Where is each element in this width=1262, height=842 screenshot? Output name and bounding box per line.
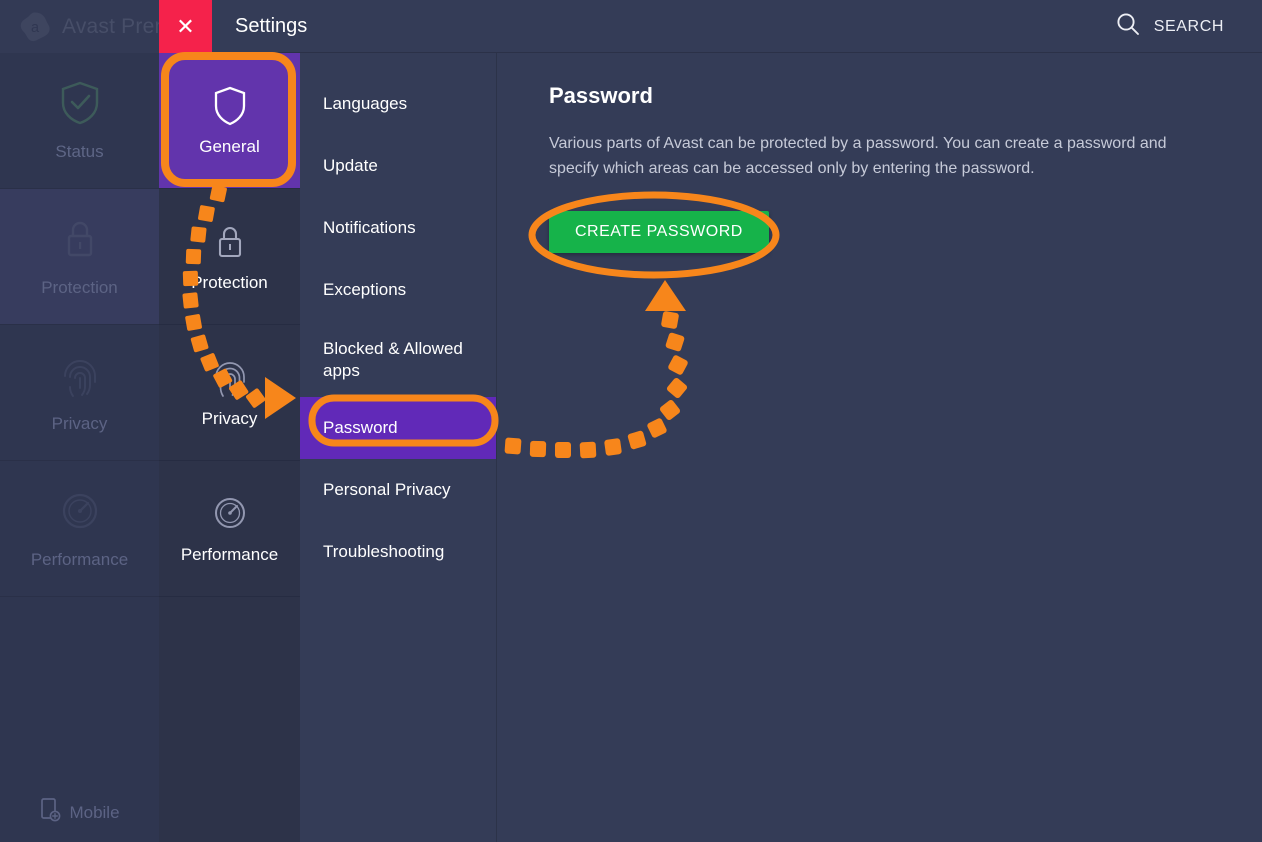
- lock-icon: [212, 221, 248, 263]
- sidebar-item-status[interactable]: Status: [0, 53, 159, 189]
- subnav-item-label: Languages: [323, 93, 408, 113]
- settings-title: Settings: [235, 15, 308, 37]
- category-item-label: Performance: [180, 544, 279, 564]
- sidebar-item-label: Status: [55, 142, 104, 161]
- sidebar-item-label: Performance: [30, 550, 129, 569]
- shield-check-icon: [58, 79, 102, 132]
- category-item-privacy[interactable]: Privacy: [159, 325, 300, 461]
- subnav-item-password[interactable]: Password: [300, 397, 496, 459]
- subnav-item-personal-privacy[interactable]: Personal Privacy: [300, 459, 496, 521]
- sidebar-item-protection[interactable]: Protection: [0, 189, 159, 325]
- subnav-item-troubleshooting[interactable]: Troubleshooting: [300, 521, 496, 583]
- screenshot-root: a Avast Prem Status Protection Privacy P…: [0, 0, 1262, 842]
- subnav-item-exceptions[interactable]: Exceptions: [300, 259, 496, 321]
- category-item-label: Privacy: [201, 408, 258, 428]
- subnav-item-label: Personal Privacy: [323, 479, 451, 499]
- settings-header: ✕ Settings SEARCH: [159, 0, 1262, 53]
- sidebar-item-label: Protection: [41, 278, 118, 297]
- speedometer-icon: [58, 487, 102, 540]
- subnav-item-label: Exceptions: [323, 279, 407, 299]
- svg-text:a: a: [31, 20, 40, 36]
- search-button[interactable]: SEARCH: [1115, 0, 1224, 53]
- subnav-item-blocked-allowed-apps[interactable]: Blocked & Allowed apps: [300, 321, 496, 397]
- settings-modal: ✕ Settings SEARCH General Protection Pri…: [159, 0, 1262, 842]
- category-item-general[interactable]: General: [159, 53, 300, 189]
- subnav-item-notifications[interactable]: Notifications: [300, 197, 496, 259]
- sidebar-item-mobile[interactable]: Mobile: [0, 797, 159, 828]
- search-label: SEARCH: [1153, 17, 1224, 35]
- speedometer-icon: [212, 493, 248, 535]
- create-password-button[interactable]: CREATE PASSWORD: [549, 210, 769, 253]
- mobile-add-icon: [39, 797, 61, 828]
- settings-subnav-column: Languages Update Notifications Exception…: [300, 53, 497, 842]
- avast-logo-icon: a: [20, 12, 50, 41]
- category-item-performance[interactable]: Performance: [159, 461, 300, 597]
- fingerprint-icon: [212, 357, 248, 399]
- subnav-item-label: Blocked & Allowed apps: [323, 338, 463, 380]
- subnav-item-languages[interactable]: Languages: [300, 73, 496, 135]
- sidebar-item-label: Privacy: [51, 414, 108, 433]
- category-item-label: General: [199, 136, 260, 156]
- panel-description: Various parts of Avast can be protected …: [549, 135, 1167, 177]
- close-button[interactable]: ✕: [159, 0, 212, 53]
- subnav-item-update[interactable]: Update: [300, 135, 496, 197]
- app-sidebar: Status Protection Privacy Performance Mo…: [0, 53, 159, 842]
- sidebar-item-label: Mobile: [69, 802, 120, 822]
- subnav-item-label: Troubleshooting: [323, 541, 445, 561]
- category-item-label: Protection: [191, 272, 268, 292]
- settings-category-column: General Protection Privacy Performance: [159, 53, 300, 842]
- subnav-item-label: Notifications: [323, 217, 416, 237]
- shield-icon: [212, 85, 248, 127]
- close-icon: ✕: [176, 13, 195, 39]
- settings-main-panel: Password Various parts of Avast can be p…: [497, 53, 1262, 842]
- category-item-protection[interactable]: Protection: [159, 189, 300, 325]
- search-icon: [1115, 11, 1141, 42]
- app-title: Avast Prem: [62, 14, 173, 38]
- subnav-item-label: Password: [323, 417, 398, 437]
- lock-icon: [58, 215, 102, 268]
- subnav-item-label: Update: [323, 155, 378, 175]
- sidebar-item-performance[interactable]: Performance: [0, 461, 159, 597]
- page-title: Password: [549, 83, 653, 108]
- sidebar-item-privacy[interactable]: Privacy: [0, 325, 159, 461]
- fingerprint-icon: [58, 351, 102, 404]
